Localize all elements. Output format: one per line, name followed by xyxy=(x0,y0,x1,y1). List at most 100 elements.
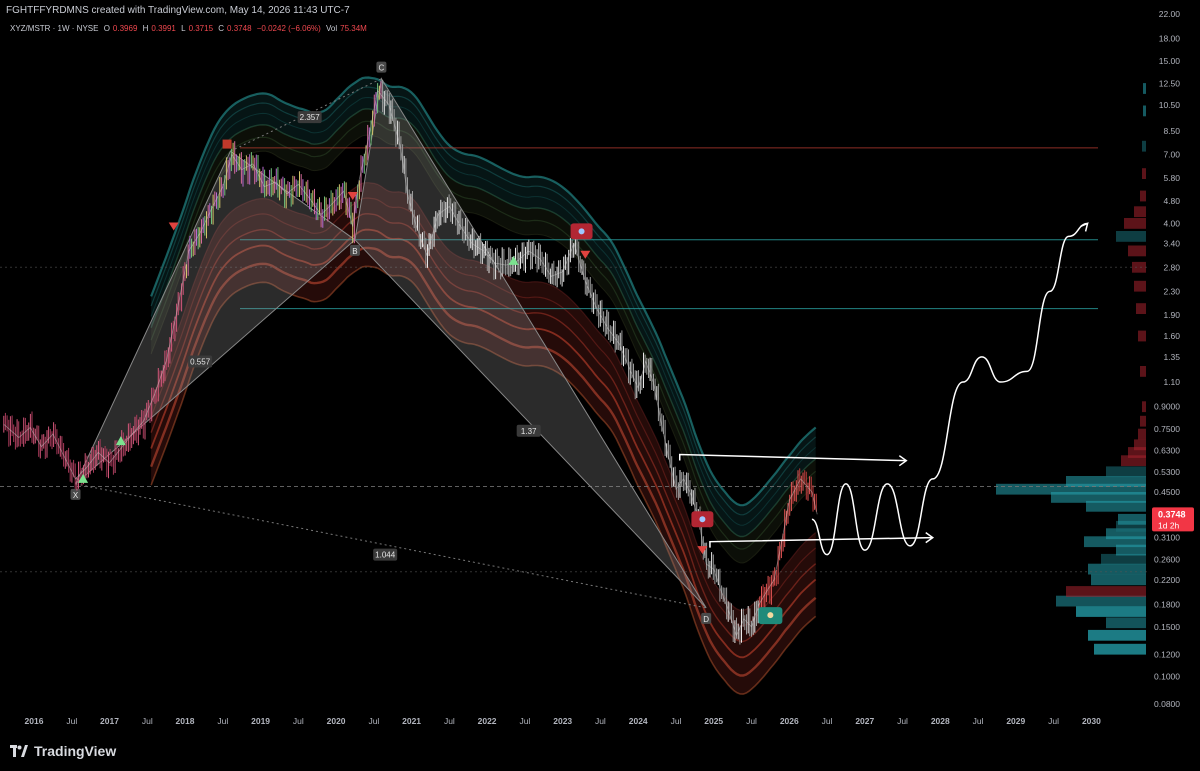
volume-profile-bar xyxy=(1094,643,1146,655)
price-axis-tick: 22.00 xyxy=(1159,9,1181,19)
harmonic-point-label: C xyxy=(379,64,385,73)
price-axis-tick: 7.00 xyxy=(1163,150,1180,160)
time-axis-tick: 2027 xyxy=(855,716,874,726)
volume-profile-bar xyxy=(1106,466,1146,478)
volume-profile-bar xyxy=(1138,428,1146,440)
price-axis-tick: 18.00 xyxy=(1159,34,1181,44)
harmonic-ratio-label: 2.357 xyxy=(300,113,321,122)
price-axis-tick: 15.00 xyxy=(1159,56,1181,66)
price-axis-tick: 0.1000 xyxy=(1154,672,1180,682)
time-axis-tick: 2024 xyxy=(629,716,648,726)
price-axis-tick: 4.00 xyxy=(1163,218,1180,228)
price-axis-tick: 0.9000 xyxy=(1154,402,1180,412)
time-axis-tick: 2030 xyxy=(1082,716,1101,726)
price-axis-tick: 1.90 xyxy=(1163,310,1180,320)
price-axis-tick: 1.35 xyxy=(1163,352,1180,362)
volume-profile-bar xyxy=(1091,574,1146,586)
chart-root: FGHTFFYRDMNS created with TradingView.co… xyxy=(0,0,1200,771)
bull-signal-icon xyxy=(767,612,774,619)
volume-profile-bar xyxy=(1118,513,1146,525)
volume-profile-bar xyxy=(1140,366,1146,377)
time-axis-tick: 2018 xyxy=(176,716,195,726)
price-axis-tick: 0.5300 xyxy=(1154,467,1180,477)
price-axis-tick: 4.80 xyxy=(1163,196,1180,206)
volume-profile-bar xyxy=(1142,140,1146,152)
time-axis-tick: Jul xyxy=(973,716,984,726)
volume-profile-bar xyxy=(1066,586,1146,597)
harmonic-ratio-label: 0.557 xyxy=(190,358,211,367)
volume-profile-bar xyxy=(1134,206,1146,218)
harmonic-point-label: B xyxy=(352,247,357,256)
time-axis-tick: 2020 xyxy=(327,716,346,726)
time-axis-tick: 2017 xyxy=(100,716,119,726)
price-axis-tick: 0.2200 xyxy=(1154,575,1180,585)
volume-profile-bar xyxy=(1136,303,1146,314)
price-axis-tick: 0.3100 xyxy=(1154,533,1180,543)
volume-profile-bar xyxy=(1142,168,1146,179)
time-axis-tick: Jul xyxy=(293,716,304,726)
volume-profile-bar xyxy=(1138,330,1146,342)
time-axis[interactable]: 2016 Jul 2017 Jul 2018 Jul 2019 Jul 2020 Jul 2021 J… xyxy=(25,716,1102,726)
price-axis-tick: 0.6300 xyxy=(1154,446,1180,456)
time-axis-tick: 2016 xyxy=(25,716,44,726)
time-axis-tick: Jul xyxy=(142,716,153,726)
time-axis-tick: Jul xyxy=(368,716,379,726)
volume-profile-bar xyxy=(1132,261,1146,273)
time-axis-tick: Jul xyxy=(66,716,77,726)
price-axis-tick: 3.40 xyxy=(1163,238,1180,248)
harmonic-ratio-label: 1.37 xyxy=(521,427,537,436)
volume-profile-bar xyxy=(1088,563,1146,575)
harmonic-ratio-label: 1.044 xyxy=(375,551,396,560)
time-axis-tick: Jul xyxy=(671,716,682,726)
price-axis-tick: 2.80 xyxy=(1163,262,1180,272)
volume-profile-bar xyxy=(1140,415,1146,427)
price-axis-tick: 0.2600 xyxy=(1154,554,1180,564)
volume-profile-bar xyxy=(1066,476,1146,487)
volume-profile-bar xyxy=(1134,439,1146,451)
projection-path-head xyxy=(1080,222,1089,232)
volume-profile-bar xyxy=(1101,553,1146,565)
price-axis-tick: 0.7500 xyxy=(1154,424,1180,434)
time-axis-tick: Jul xyxy=(217,716,228,726)
time-axis-tick: Jul xyxy=(746,716,757,726)
price-axis-tick: 5.80 xyxy=(1163,173,1180,183)
volume-profile-bar xyxy=(1056,595,1146,607)
harmonic-point-label: D xyxy=(703,615,709,624)
volume-profile-bar xyxy=(1143,83,1146,94)
price-axis-tick: 2.30 xyxy=(1163,286,1180,296)
volume-profile-bar xyxy=(1134,280,1146,292)
price-axis-tick: 0.1200 xyxy=(1154,649,1180,659)
price-axis-tick: 1.60 xyxy=(1163,331,1180,341)
sell-signal-icon xyxy=(222,139,232,149)
chart-canvas[interactable]: X B C D 0.557 2.357 1.37 1.044 22.00 18.00 15.00 1… xyxy=(0,0,1200,771)
price-axis-tick: 1.10 xyxy=(1163,377,1180,387)
volume-profile-bar xyxy=(1106,617,1146,629)
bear-signal-icon xyxy=(699,516,706,523)
time-axis-tick: 2028 xyxy=(931,716,950,726)
volume-profile-bar xyxy=(1140,190,1146,202)
time-axis-tick: 2025 xyxy=(704,716,723,726)
volume-profile-bar xyxy=(1142,401,1146,413)
price-axis-tick: 8.50 xyxy=(1163,126,1180,136)
price-axis-tick: 12.50 xyxy=(1159,79,1181,89)
projection-path xyxy=(811,222,1088,556)
time-axis-tick: 2023 xyxy=(553,716,572,726)
time-axis-tick: 2021 xyxy=(402,716,421,726)
time-axis-tick: 2022 xyxy=(478,716,497,726)
harmonic-point-label: X xyxy=(73,491,79,500)
price-axis[interactable]: 22.00 18.00 15.00 12.50 10.50 8.50 7.00 5.80 4.8… xyxy=(1152,9,1194,709)
volume-profile-bar xyxy=(1128,245,1146,257)
tradingview-watermark: TradingView xyxy=(10,741,116,761)
price-axis-tick: 10.50 xyxy=(1159,100,1181,110)
volume-profile-bar xyxy=(1124,218,1146,229)
price-axis-tick: 0.4500 xyxy=(1154,487,1180,497)
volume-profile xyxy=(996,83,1146,655)
tradingview-logo-text: TradingView xyxy=(34,743,117,759)
current-price-countdown: 1d 2h xyxy=(1158,520,1180,530)
price-axis-tick: 0.0800 xyxy=(1154,699,1180,709)
volume-profile-bar xyxy=(1088,629,1146,641)
time-axis-tick: Jul xyxy=(595,716,606,726)
price-axis-tick: 0.1500 xyxy=(1154,622,1180,632)
time-axis-tick: Jul xyxy=(822,716,833,726)
time-axis-tick: 2026 xyxy=(780,716,799,726)
